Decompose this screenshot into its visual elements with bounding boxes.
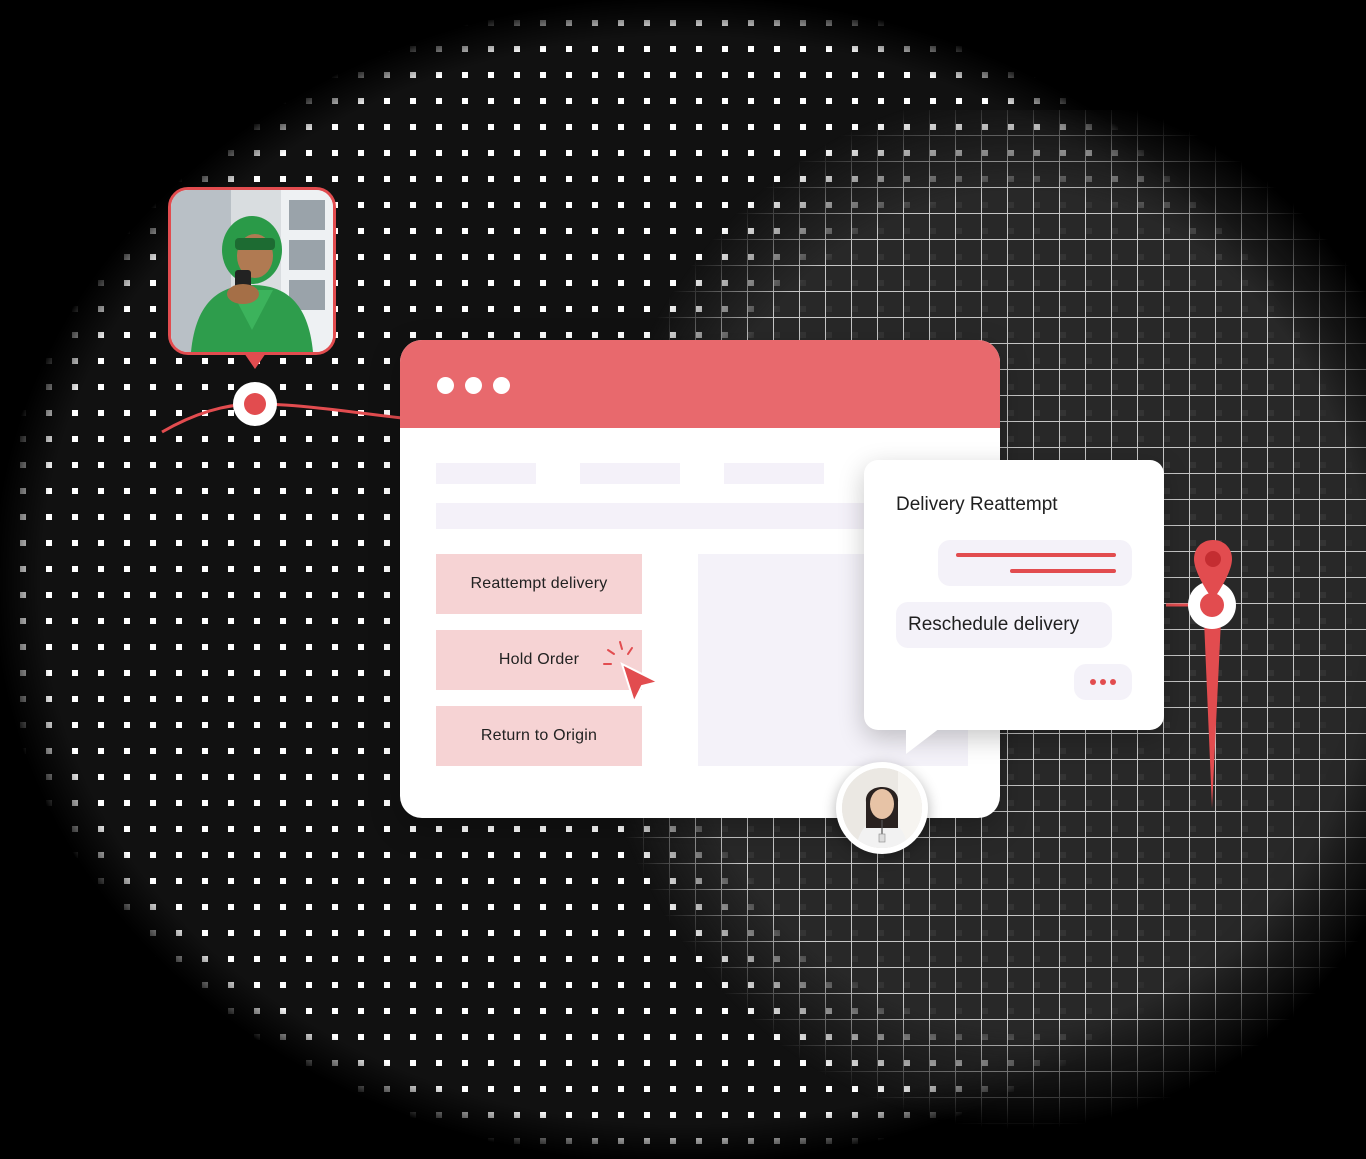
cursor-arrow-icon — [603, 641, 661, 705]
text-line — [1010, 569, 1116, 573]
support-agent-avatar — [836, 762, 928, 854]
rider-card-pointer — [244, 353, 266, 369]
pin-tail — [1204, 620, 1221, 808]
chat-title: Delivery Reattempt — [896, 494, 1058, 515]
reschedule-delivery-option[interactable]: Reschedule delivery — [896, 602, 1112, 648]
ellipsis-icon[interactable] — [1074, 664, 1132, 700]
placeholder-tab — [436, 463, 536, 484]
window-titlebar — [400, 340, 1000, 428]
placeholder-tab — [580, 463, 680, 484]
placeholder-tab — [724, 463, 824, 484]
chat-pointer — [906, 728, 940, 754]
window-control-dot[interactable] — [493, 377, 510, 394]
rider-photo — [168, 187, 336, 355]
reattempt-delivery-button[interactable]: Reattempt delivery — [436, 554, 642, 614]
window-control-dot[interactable] — [437, 377, 454, 394]
window-control-dot[interactable] — [465, 377, 482, 394]
click-spark-icon — [603, 641, 633, 665]
return-to-origin-button[interactable]: Return to Origin — [436, 706, 642, 766]
message-bubble — [938, 540, 1132, 586]
chat-popup: Delivery Reattempt Reschedule delivery — [864, 460, 1164, 730]
map-pin-icon — [1194, 540, 1232, 600]
text-line — [956, 553, 1116, 557]
